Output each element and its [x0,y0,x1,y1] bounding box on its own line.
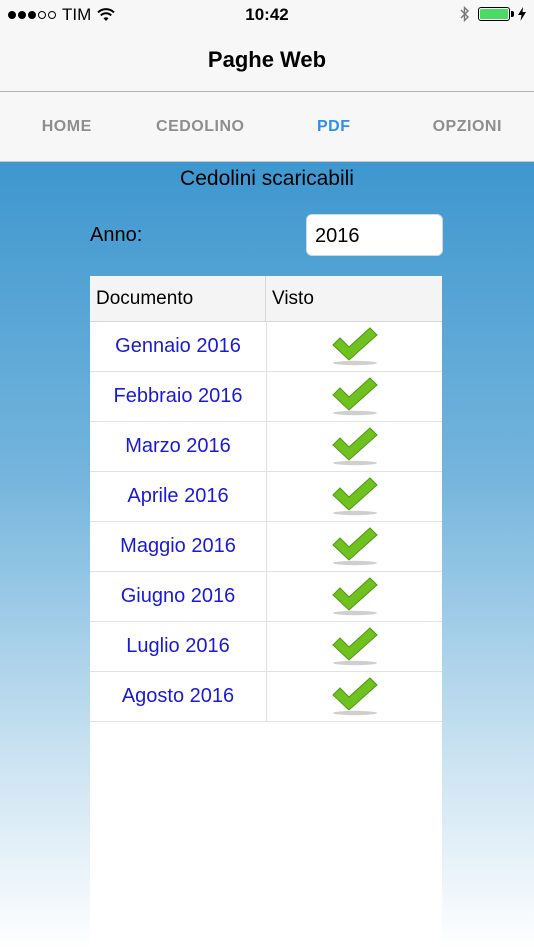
checkmark-icon [331,676,378,715]
document-link[interactable]: Maggio 2016 [90,522,267,571]
tab-cedolino[interactable]: CEDOLINO [134,92,268,161]
document-link[interactable]: Agosto 2016 [90,672,267,721]
tab-home[interactable]: HOME [0,92,134,161]
table-row: Luglio 2016 [90,622,442,672]
battery-fill [480,9,508,19]
document-link[interactable]: Giugno 2016 [90,572,267,621]
page-title: Paghe Web [207,47,327,72]
status-right [460,6,526,22]
status-time: 10:42 [245,5,289,24]
checkmark-icon [331,626,378,665]
document-link[interactable]: Marzo 2016 [90,422,267,471]
checkmark-icon [331,526,378,565]
visto-cell [267,622,442,671]
bluetooth-icon [460,6,469,22]
charging-bolt-icon [518,7,526,21]
visto-cell [267,572,442,621]
battery-icon [478,7,514,21]
checkmark-icon [331,476,378,515]
document-link[interactable]: Febbraio 2016 [90,372,267,421]
checkmark-icon [331,576,378,615]
column-header-documento: Documento [90,276,266,321]
checkmark-icon [331,376,378,415]
visto-cell [267,372,442,421]
visto-cell [267,422,442,471]
visto-cell [267,522,442,571]
table-row: Maggio 2016 [90,522,442,572]
status-bar: TIM 10:42 [0,0,534,30]
tab-bar: HOME CEDOLINO PDF OPZIONI [0,92,534,162]
section-title: Cedolini scaricabili [180,167,354,190]
document-link[interactable]: Gennaio 2016 [90,322,267,371]
table-row: Febbraio 2016 [90,372,442,422]
table-row: Giugno 2016 [90,572,442,622]
anno-field[interactable]: 2016 [306,214,443,256]
checkmark-icon [331,326,378,365]
table-header: Documento Visto [90,276,442,322]
table-row: Agosto 2016 [90,672,442,722]
battery-tip [511,11,514,17]
visto-cell [267,672,442,721]
table-row: Gennaio 2016 [90,322,442,372]
visto-cell [267,322,442,371]
visto-cell [267,472,442,521]
main-content: Cedolini scaricabili Anno: 2016 Document… [0,162,534,950]
checkmark-icon [331,426,378,465]
navigation-bar: Paghe Web [0,30,534,92]
anno-label: Anno: [90,224,143,246]
table-row: Aprile 2016 [90,472,442,522]
column-header-visto: Visto [272,288,314,309]
table-row: Marzo 2016 [90,422,442,472]
documents-table: Documento Visto Gennaio 2016 Febbraio 20… [90,276,442,950]
tab-pdf[interactable]: PDF [267,92,401,161]
document-link[interactable]: Aprile 2016 [90,472,267,521]
document-link[interactable]: Luglio 2016 [90,622,267,671]
tab-opzioni[interactable]: OPZIONI [401,92,534,161]
